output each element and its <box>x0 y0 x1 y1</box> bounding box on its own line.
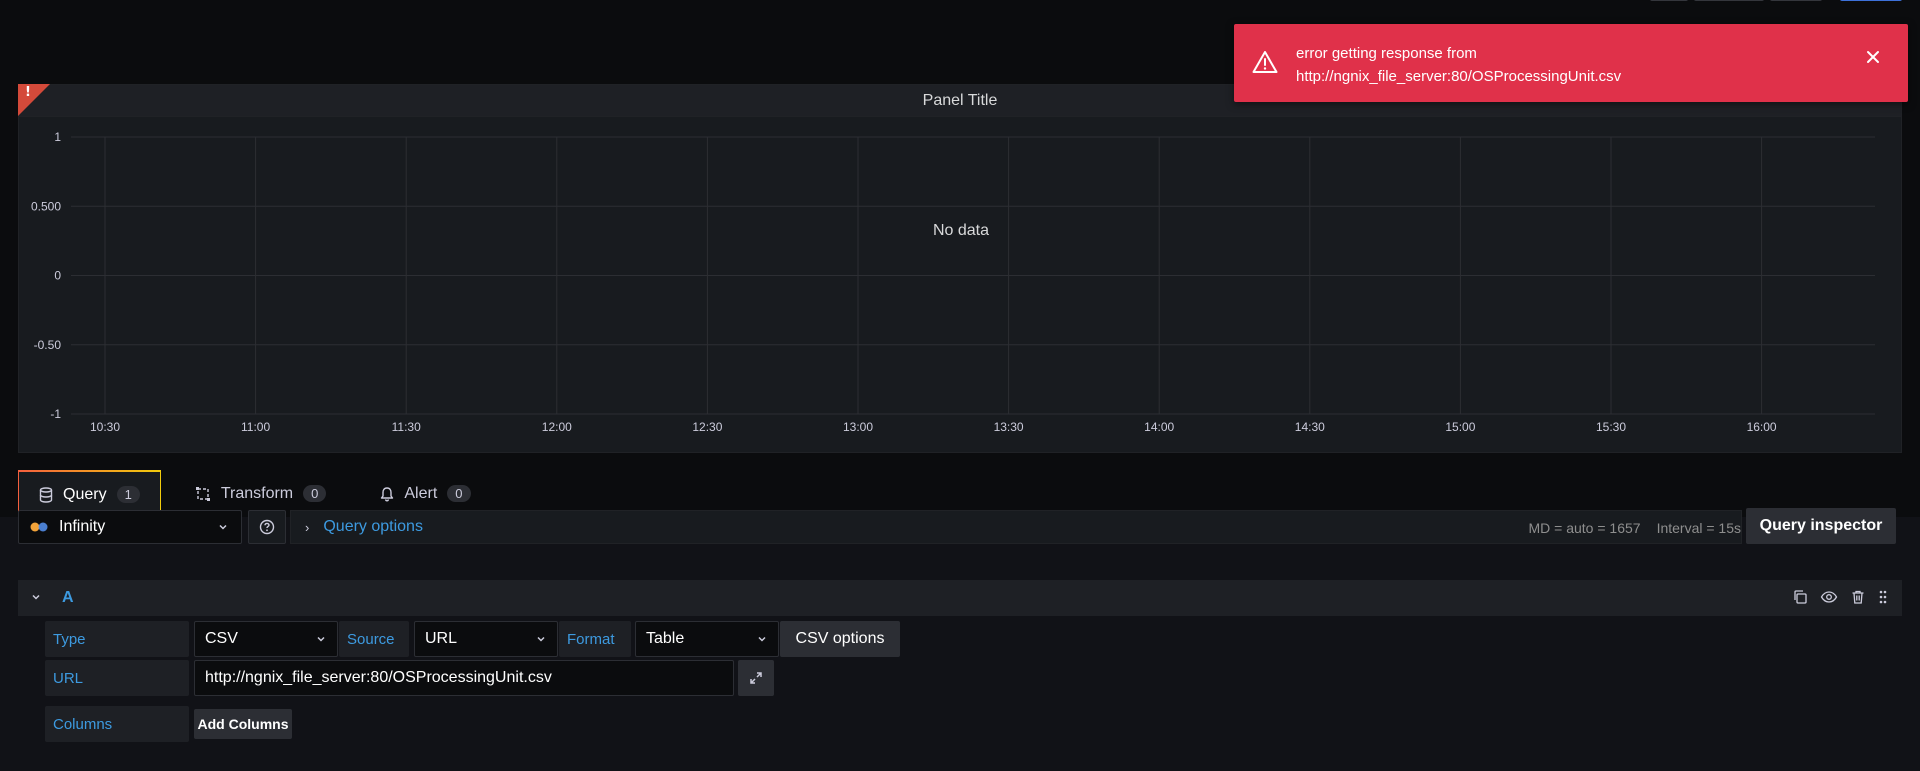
toast-message-line2: http://ngnix_file_server:80/OSProcessing… <box>1296 68 1622 85</box>
query-row-actions <box>1792 589 1888 605</box>
toolbar-button[interactable] <box>1770 0 1822 1</box>
query-row-header: A <box>18 580 1902 616</box>
question-circle-icon <box>259 519 275 535</box>
infinity-logo-icon <box>30 522 48 532</box>
error-toast: error getting response from http://ngnix… <box>1234 24 1908 102</box>
tab-transform-count: 0 <box>303 485 327 502</box>
y-tick-label: 0 <box>54 269 61 283</box>
chevron-down-icon <box>317 636 325 642</box>
x-tick-label: 15:30 <box>1596 420 1626 434</box>
toolbar-button[interactable] <box>1650 0 1688 1</box>
source-select[interactable]: URL <box>414 621 558 657</box>
interval: Interval = 15s <box>1656 520 1741 536</box>
apply-button[interactable] <box>1840 0 1902 1</box>
drag-handle-icon[interactable] <box>1878 589 1888 605</box>
transform-icon <box>195 486 210 501</box>
y-tick-label: 1 <box>54 130 61 144</box>
x-tick-label: 13:00 <box>843 420 873 434</box>
close-icon[interactable] <box>1866 50 1880 67</box>
duplicate-icon[interactable] <box>1792 589 1808 605</box>
graph-panel: Panel Title ! 1 0.500 0 -0.50 -1 10:30 11:00 11… <box>18 84 1902 453</box>
expand-url-button[interactable] <box>738 660 774 696</box>
format-select[interactable]: Table <box>635 621 779 657</box>
collapse-chevron-icon[interactable] <box>30 590 42 606</box>
x-tick-label: 16:00 <box>1747 420 1777 434</box>
x-tick-label: 13:30 <box>994 420 1024 434</box>
tab-query-count: 1 <box>116 486 140 503</box>
source-value: URL <box>425 630 458 647</box>
x-tick-label: 10:30 <box>90 420 120 434</box>
add-columns-button[interactable]: Add Columns <box>194 709 292 739</box>
format-label: Format <box>559 621 631 657</box>
no-data-label: No data <box>933 222 989 239</box>
url-input[interactable] <box>194 660 734 696</box>
eye-icon[interactable] <box>1820 589 1838 605</box>
datasource-picker[interactable]: Infinity <box>18 510 242 544</box>
tab-query-label: Query <box>63 485 107 503</box>
toast-message-line1: error getting response from <box>1296 45 1477 62</box>
chevron-down-icon <box>219 524 227 530</box>
x-tick-label: 14:00 <box>1144 420 1174 434</box>
url-label: URL <box>45 660 189 696</box>
chevron-down-icon <box>537 636 545 642</box>
panel-error-corner[interactable] <box>18 84 50 116</box>
x-tick-label: 11:00 <box>241 420 270 434</box>
query-options-meta: MD = auto = 1657 Interval = 15s <box>1528 520 1741 536</box>
type-value: CSV <box>205 630 238 647</box>
type-label: Type <box>45 621 189 657</box>
x-tick-label: 15:00 <box>1445 420 1475 434</box>
max-data-points: MD = auto = 1657 <box>1528 520 1641 536</box>
datasource-help-button[interactable] <box>248 510 286 544</box>
x-tick-label: 12:30 <box>692 420 722 434</box>
columns-label: Columns <box>45 706 189 742</box>
x-tick-label: 12:00 <box>542 420 572 434</box>
y-tick-label: -1 <box>50 407 61 421</box>
toast-message: error getting response from http://ngnix… <box>1296 42 1621 88</box>
query-inspector-button[interactable]: Query inspector <box>1746 508 1896 544</box>
type-select[interactable]: CSV <box>194 621 338 657</box>
query-options-label[interactable]: Query options <box>323 518 423 536</box>
x-tick-label: 11:30 <box>392 420 421 434</box>
source-label: Source <box>339 621 409 657</box>
datasource-name: Infinity <box>59 518 106 535</box>
tab-alert-label: Alert <box>404 484 438 502</box>
bell-icon <box>381 486 394 502</box>
y-tick-label: 0.500 <box>31 199 61 213</box>
query-ref-id[interactable]: A <box>62 589 74 607</box>
tab-transform-label: Transform <box>220 484 294 502</box>
query-options-bar[interactable]: › Query options MD = auto = 1657 Interval… <box>290 510 1742 544</box>
format-value: Table <box>646 630 685 647</box>
warning-icon <box>1252 50 1278 77</box>
time-series-chart: 1 0.500 0 -0.50 -1 10:30 11:00 11:30 12:00 12:30 1… <box>31 130 1875 434</box>
database-icon <box>39 486 53 503</box>
error-icon: ! <box>25 85 31 100</box>
chevron-right-icon: › <box>305 519 310 535</box>
expand-arrows-icon <box>750 672 762 684</box>
y-tick-label: -0.50 <box>34 338 62 352</box>
trash-icon[interactable] <box>1850 589 1866 605</box>
chevron-down-icon <box>758 636 766 642</box>
toolbar-button[interactable] <box>1694 0 1764 1</box>
csv-options-button[interactable]: CSV options <box>780 621 900 657</box>
x-tick-label: 14:30 <box>1295 420 1325 434</box>
tab-alert-count: 0 <box>447 485 471 502</box>
